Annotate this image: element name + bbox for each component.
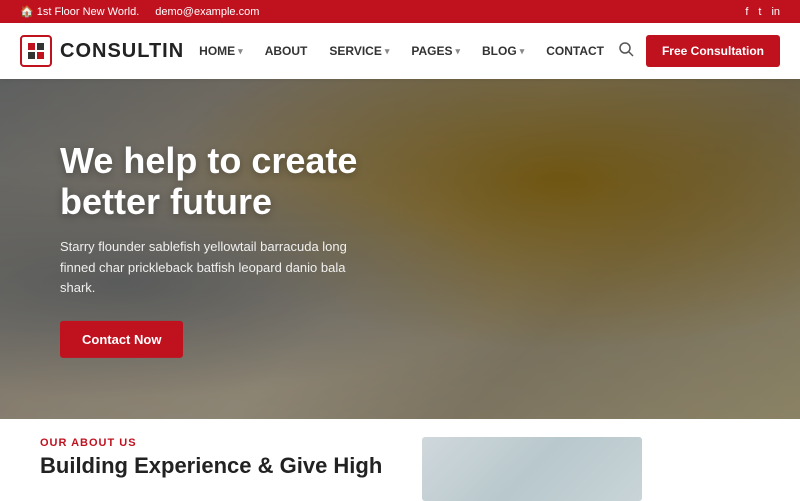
about-us-image-placeholder	[422, 437, 642, 501]
twitter-icon[interactable]: t	[758, 6, 761, 18]
logo-text: CONSULTIN	[60, 40, 184, 63]
logo: CONSULTIN	[20, 35, 184, 67]
nav-blog[interactable]: BLOG▾	[482, 44, 524, 58]
top-bar-social: f t in	[745, 6, 780, 18]
hero-subtitle: Starry flounder sablefish yellowtail bar…	[60, 237, 380, 299]
nav-home[interactable]: HOME▾	[199, 44, 243, 58]
nav-contact[interactable]: CONTACT	[546, 44, 604, 58]
logo-icon	[20, 35, 52, 67]
navbar: CONSULTIN HOME▾ ABOUT SERVICE▾ PAGES▾ BL…	[0, 23, 800, 79]
facebook-icon[interactable]: f	[745, 6, 748, 18]
home-dropdown-arrow: ▾	[238, 46, 243, 57]
nav-pages[interactable]: PAGES▾	[411, 44, 460, 58]
hero-section: We help to create better future Starry f…	[0, 79, 800, 419]
section-heading: Building Experience & Give High	[40, 453, 382, 479]
about-us-text: OUR ABOUT US Building Experience & Give …	[40, 437, 382, 479]
top-bar: 🏠 1st Floor New World. demo@example.com …	[0, 0, 800, 23]
section-label: OUR ABOUT US	[40, 437, 382, 449]
pages-dropdown-arrow: ▾	[455, 46, 460, 57]
below-hero-section: OUR ABOUT US Building Experience & Give …	[0, 419, 800, 501]
free-consultation-button[interactable]: Free Consultation	[646, 35, 780, 67]
instagram-icon[interactable]: in	[771, 6, 780, 18]
contact-now-button[interactable]: Contact Now	[60, 321, 183, 358]
nav-service[interactable]: SERVICE▾	[329, 44, 389, 58]
address-text: 🏠 1st Floor New World.	[20, 5, 139, 18]
email-text: demo@example.com	[155, 6, 259, 18]
nav-links: HOME▾ ABOUT SERVICE▾ PAGES▾ BLOG▾ CONTAC…	[199, 44, 604, 58]
about-us-image	[422, 437, 642, 501]
nav-right: Free Consultation	[619, 35, 780, 67]
hero-title: We help to create better future	[60, 140, 440, 223]
top-bar-left: 🏠 1st Floor New World. demo@example.com	[20, 5, 259, 18]
service-dropdown-arrow: ▾	[385, 46, 390, 57]
nav-about[interactable]: ABOUT	[265, 44, 308, 58]
blog-dropdown-arrow: ▾	[520, 46, 525, 57]
hero-content: We help to create better future Starry f…	[60, 140, 440, 358]
search-icon[interactable]	[619, 42, 634, 60]
home-icon: 🏠	[20, 6, 37, 18]
